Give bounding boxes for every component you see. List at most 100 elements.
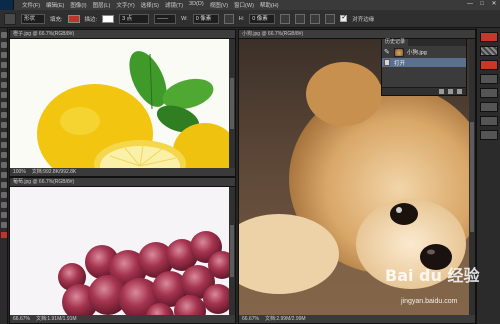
- menu-image[interactable]: 图像(I): [70, 1, 86, 9]
- zoom-tool-icon[interactable]: [1, 222, 7, 228]
- main-menu: 文件(F) 编辑(E) 图像(I) 图层(L) 文字(Y) 选择(S) 滤镜(T…: [14, 1, 279, 9]
- height-field[interactable]: 0 像素: [249, 13, 276, 24]
- hand-tool-icon[interactable]: [1, 212, 7, 218]
- gear-icon[interactable]: [325, 13, 336, 24]
- adjustments-panel-icon[interactable]: [480, 74, 498, 84]
- properties-panel-icon[interactable]: [480, 130, 498, 140]
- blur-tool-icon[interactable]: [1, 152, 7, 158]
- document-size: 文档:2.99M/2.99M: [264, 316, 306, 322]
- color-panel-icon[interactable]: [480, 32, 498, 42]
- healing-brush-tool-icon[interactable]: [1, 92, 7, 98]
- channels-panel-icon[interactable]: [480, 102, 498, 112]
- snapshot-label: 小狗.jpg: [407, 50, 427, 56]
- type-tool-icon[interactable]: [1, 182, 7, 188]
- new-document-from-state-icon[interactable]: [439, 89, 444, 94]
- history-state-open[interactable]: 打开: [382, 58, 466, 67]
- close-button[interactable]: ✕: [490, 1, 498, 8]
- snapshot-thumbnail: [394, 47, 404, 57]
- document-icon: [384, 59, 390, 66]
- maximize-button[interactable]: □: [478, 1, 486, 8]
- foreground-color-swatch[interactable]: [1, 232, 7, 238]
- document-window-grape: 葡萄.jpg @ 66.7%(RGB/8#) 66.67% 文档:1.91M/1…: [9, 177, 236, 324]
- canvas-grape[interactable]: [10, 187, 229, 315]
- gradient-tool-icon[interactable]: [1, 142, 7, 148]
- menu-filter[interactable]: 滤镜(T): [165, 1, 183, 9]
- path-operations-icon[interactable]: [280, 13, 291, 24]
- history-panel: 历史记录 ✎ 小狗.jpg 打开: [381, 38, 467, 96]
- camera-snapshot-icon[interactable]: [448, 89, 453, 94]
- minimize-button[interactable]: —: [466, 1, 474, 8]
- layers-panel-icon[interactable]: [480, 88, 498, 98]
- trash-icon[interactable]: [457, 89, 462, 94]
- history-snapshot[interactable]: ✎ 小狗.jpg: [382, 46, 466, 58]
- styles-panel-icon[interactable]: [480, 60, 498, 70]
- history-brush-source-icon[interactable]: ✎: [384, 48, 391, 56]
- fill-color-swatch[interactable]: [67, 14, 80, 23]
- history-panel-tabbar: 历史记录: [382, 39, 466, 46]
- path-alignment-icon[interactable]: [295, 13, 306, 24]
- swatches-panel-icon[interactable]: [480, 46, 498, 56]
- menu-view[interactable]: 视图(V): [210, 1, 228, 9]
- move-tool-icon[interactable]: [1, 32, 7, 38]
- clone-stamp-tool-icon[interactable]: [1, 112, 7, 118]
- stroke-color-swatch[interactable]: [102, 14, 115, 23]
- marquee-tool-icon[interactable]: [1, 42, 7, 48]
- align-edges-checkbox[interactable]: [340, 13, 348, 22]
- document-tab-grape[interactable]: 葡萄.jpg @ 66.7%(RGB/8#): [10, 178, 235, 187]
- menu-type[interactable]: 文字(Y): [116, 1, 134, 9]
- height-label: H:: [238, 15, 245, 22]
- eyedropper-tool-icon[interactable]: [1, 82, 7, 88]
- zoom-level[interactable]: 66.67%: [13, 315, 30, 323]
- stroke-type-select[interactable]: ——: [154, 13, 177, 24]
- lemon-image: [37, 51, 229, 168]
- menu-select[interactable]: 选择(S): [141, 1, 159, 9]
- zoom-level[interactable]: 66.67%: [242, 315, 259, 323]
- options-bar: 形状 填充: 描边: 3 点 —— W: 0 像素 H: 0 像素 对齐边缘: [0, 10, 500, 28]
- quick-select-tool-icon[interactable]: [1, 62, 7, 68]
- fill-label: 填充:: [50, 16, 63, 23]
- path-selection-tool-icon[interactable]: [1, 192, 7, 198]
- photoshop-logo: [0, 0, 14, 10]
- stroke-label: 描边:: [84, 16, 98, 23]
- menu-layer[interactable]: 图层(L): [93, 1, 111, 9]
- current-tool-icon[interactable]: [4, 12, 16, 25]
- path-arrangement-icon[interactable]: [310, 13, 321, 24]
- shape-mode-select[interactable]: 形状: [21, 13, 45, 24]
- menu-help[interactable]: 帮助(H): [260, 1, 279, 9]
- link-dimensions-icon[interactable]: [223, 13, 234, 24]
- history-tab[interactable]: 历史记录: [382, 39, 409, 46]
- menu-edit[interactable]: 编辑(E): [46, 1, 64, 9]
- history-state-label: 打开: [394, 60, 406, 67]
- vertical-scrollbar[interactable]: [229, 187, 235, 315]
- menu-bar: 文件(F) 编辑(E) 图像(I) 图层(L) 文字(Y) 选择(S) 滤镜(T…: [0, 0, 500, 10]
- canvas-lemon[interactable]: [10, 39, 229, 168]
- right-panel-dock: [476, 28, 500, 324]
- crop-tool-icon[interactable]: [1, 72, 7, 78]
- grape-image: [58, 231, 229, 315]
- lasso-tool-icon[interactable]: [1, 52, 7, 58]
- vertical-scrollbar[interactable]: [469, 39, 475, 315]
- shape-tool-icon[interactable]: [1, 202, 7, 208]
- status-bar-grape: 66.67% 文档:1.91M/1.91M: [10, 315, 235, 323]
- brush-tool-icon[interactable]: [1, 102, 7, 108]
- width-label: W:: [181, 15, 188, 22]
- menu-3d[interactable]: 3D(D): [189, 1, 204, 9]
- status-bar-puppy: 66.67% 文档:2.99M/2.99M: [239, 315, 475, 323]
- pen-tool-icon[interactable]: [1, 172, 7, 178]
- document-tab-lemon[interactable]: 橙子.jpg @ 66.7%(RGB/8#): [10, 30, 235, 39]
- tools-panel: [0, 28, 8, 324]
- history-brush-tool-icon[interactable]: [1, 122, 7, 128]
- history-panel-footer: [382, 87, 466, 95]
- paths-panel-icon[interactable]: [480, 116, 498, 126]
- window-controls: — □ ✕: [466, 1, 498, 8]
- vertical-scrollbar[interactable]: [229, 39, 235, 168]
- zoom-level[interactable]: 100%: [13, 168, 26, 176]
- width-field[interactable]: 0 像素: [192, 13, 219, 24]
- menu-window[interactable]: 窗口(W): [234, 1, 254, 9]
- document-size: 文档:1.91M/1.91M: [35, 316, 77, 322]
- stroke-width-field[interactable]: 3 点: [119, 13, 150, 24]
- dodge-tool-icon[interactable]: [1, 162, 7, 168]
- eraser-tool-icon[interactable]: [1, 132, 7, 138]
- menu-file[interactable]: 文件(F): [22, 1, 40, 9]
- document-window-lemon: 橙子.jpg @ 66.7%(RGB/8#) 100% 文档:992.8K/99…: [9, 29, 236, 177]
